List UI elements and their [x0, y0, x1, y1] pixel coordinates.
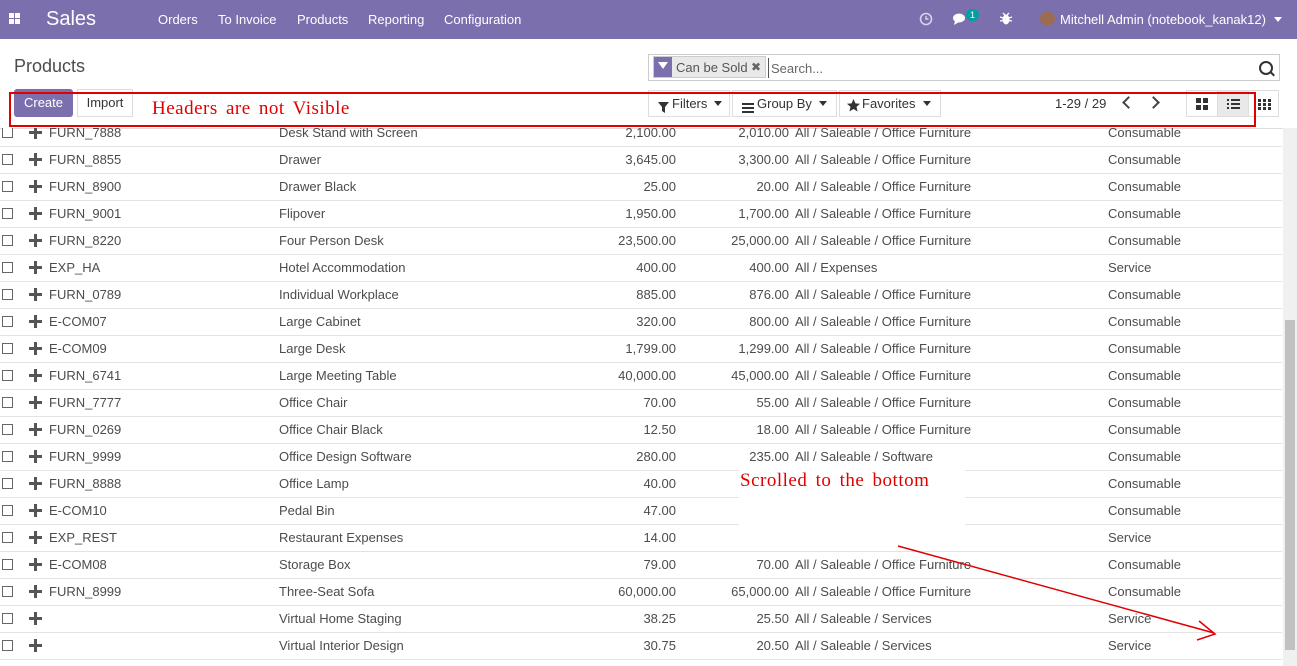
annotation-arrow [897, 545, 1217, 641]
